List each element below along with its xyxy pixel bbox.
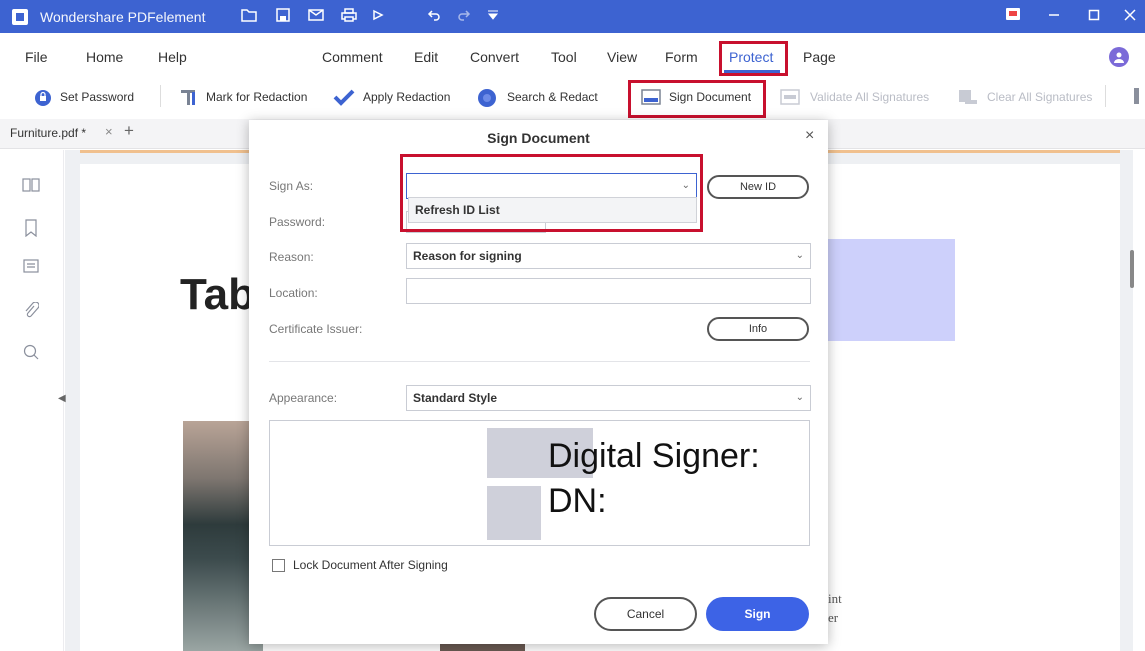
document-tab[interactable]: Furniture.pdf *	[10, 126, 86, 140]
title-bar: Wondershare PDFelement	[0, 0, 1145, 33]
menu-file[interactable]: File	[25, 49, 48, 65]
validate-all-label: Validate All Signatures	[810, 90, 930, 104]
toolbar-separator	[160, 85, 161, 107]
reason-value: Reason for signing	[413, 249, 522, 263]
app-logo-icon	[12, 9, 28, 25]
attachment-icon[interactable]	[21, 301, 41, 322]
tab-close-icon[interactable]: ×	[105, 124, 113, 139]
save-icon[interactable]	[274, 8, 292, 26]
highlight-sign-as	[400, 154, 703, 232]
user-avatar[interactable]	[1109, 47, 1129, 67]
tab-add-icon[interactable]: +	[124, 121, 134, 141]
search-redact-label: Search & Redact	[507, 90, 598, 104]
close-icon[interactable]	[1119, 6, 1141, 28]
clear-icon	[957, 88, 979, 106]
thumbnails-icon[interactable]	[21, 177, 41, 197]
share-icon[interactable]	[370, 8, 388, 26]
collapse-panel-icon[interactable]: ◀	[58, 393, 66, 404]
menu-view[interactable]: View	[607, 49, 637, 65]
folder-icon[interactable]	[240, 8, 258, 26]
maximize-icon[interactable]	[1083, 6, 1105, 28]
redo-icon[interactable]	[455, 8, 473, 26]
apply-redaction-label: Apply Redaction	[363, 90, 451, 104]
dialog-close-icon[interactable]: ×	[805, 127, 814, 145]
menu-form[interactable]: Form	[665, 49, 698, 65]
redact-mark-icon	[180, 88, 198, 106]
toolbar-separator-end	[1105, 85, 1106, 107]
dropdown-icon[interactable]	[484, 8, 502, 26]
reason-select[interactable]: Reason for signing ⌄	[406, 243, 811, 269]
more-tools-icon[interactable]	[1134, 88, 1139, 104]
menu-help[interactable]: Help	[158, 49, 187, 65]
set-password-label: Set Password	[60, 90, 135, 104]
clear-all-label: Clear All Signatures	[987, 90, 1093, 104]
reason-label: Reason:	[269, 250, 314, 264]
check-icon	[333, 88, 355, 106]
mark-for-redaction-label: Mark for Redaction	[206, 90, 308, 104]
location-label: Location:	[269, 286, 318, 300]
info-button[interactable]: Info	[707, 317, 809, 341]
new-id-button[interactable]: New ID	[707, 175, 809, 199]
search-panel-icon[interactable]	[21, 344, 41, 364]
sign-as-label: Sign As:	[269, 179, 314, 193]
certificate-issuer-label: Certificate Issuer:	[269, 322, 363, 336]
dialog-title: Sign Document	[487, 130, 590, 146]
lock-document-checkbox[interactable]	[272, 559, 285, 572]
lock-icon	[34, 88, 52, 106]
bookmark-icon[interactable]	[21, 219, 41, 239]
page-heading: Tab	[180, 270, 255, 319]
menu-page[interactable]: Page	[803, 49, 836, 65]
minimize-icon[interactable]	[1043, 6, 1065, 28]
lock-document-label: Lock Document After Signing	[293, 558, 448, 572]
mark-for-redaction-button[interactable]: Mark for Redaction	[180, 87, 307, 107]
dialog-divider	[269, 361, 810, 362]
menu-tool[interactable]: Tool	[551, 49, 577, 65]
apply-redaction-button[interactable]: Apply Redaction	[333, 87, 450, 107]
chevron-down-icon: ⌄	[795, 250, 804, 261]
vertical-scrollbar[interactable]	[1130, 250, 1134, 288]
undo-icon[interactable]	[425, 8, 443, 26]
preview-placeholder-block	[487, 486, 541, 540]
comment-icon[interactable]	[21, 259, 41, 279]
appearance-value: Standard Style	[413, 391, 498, 405]
menu-edit[interactable]: Edit	[414, 49, 438, 65]
location-input[interactable]	[406, 278, 811, 304]
page-text-fragment: er	[828, 610, 839, 625]
set-password-button[interactable]: Set Password	[34, 87, 134, 107]
password-label: Password:	[269, 215, 326, 229]
highlight-sign-document	[628, 80, 766, 118]
page-color-block	[820, 239, 955, 341]
menu-comment[interactable]: Comment	[322, 49, 383, 65]
clear-all-signatures-button[interactable]: Clear All Signatures	[957, 87, 1092, 107]
feedback-icon[interactable]	[1002, 6, 1024, 28]
search-redact-button[interactable]: Search & Redact	[477, 87, 598, 107]
page-text-fragment: int	[828, 591, 842, 606]
app-title: Wondershare PDFelement	[40, 9, 206, 25]
preview-dn: DN:	[548, 482, 607, 520]
validate-icon	[780, 88, 802, 106]
mail-icon[interactable]	[307, 8, 325, 26]
print-icon[interactable]	[340, 8, 358, 26]
appearance-label: Appearance:	[269, 391, 338, 405]
cancel-button[interactable]: Cancel	[594, 597, 697, 631]
menu-convert[interactable]: Convert	[470, 49, 519, 65]
highlight-protect	[719, 41, 788, 76]
appearance-select[interactable]: Standard Style ⌄	[406, 385, 811, 411]
validate-all-signatures-button[interactable]: Validate All Signatures	[780, 87, 929, 107]
chevron-down-icon: ⌄	[795, 392, 804, 403]
sign-button[interactable]: Sign	[706, 597, 809, 631]
search-icon	[477, 88, 499, 107]
menu-home[interactable]: Home	[86, 49, 123, 65]
preview-digital-signer: Digital Signer:	[548, 437, 760, 475]
